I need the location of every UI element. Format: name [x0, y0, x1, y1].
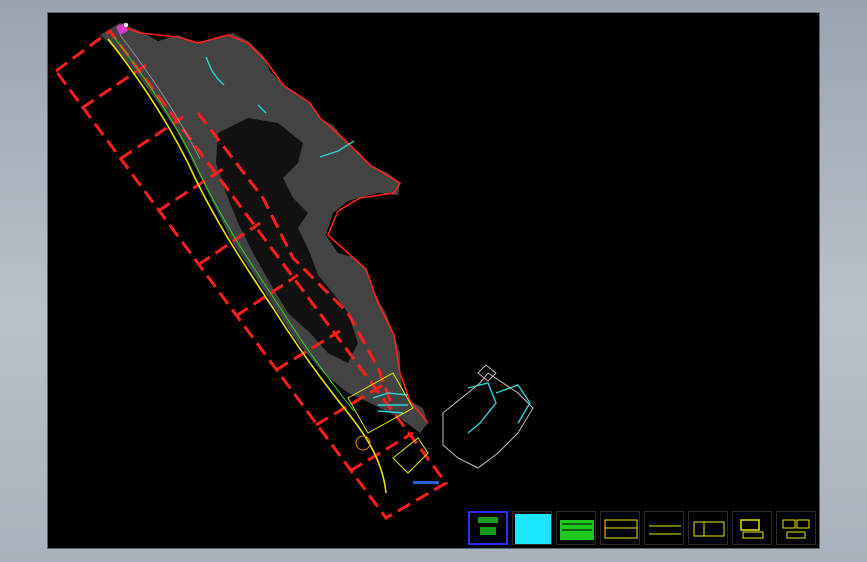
thumb-2-preview	[515, 514, 551, 544]
layout-thumb-7[interactable]	[732, 511, 772, 545]
thumb-8-preview	[782, 519, 810, 539]
layout-thumbnail-strip	[468, 511, 816, 545]
thumb-5-preview	[649, 525, 681, 535]
thumb-6-preview	[693, 521, 725, 537]
layout-thumb-3[interactable]	[556, 511, 596, 545]
layout-thumb-4[interactable]	[600, 511, 640, 545]
layout-thumb-2[interactable]	[512, 511, 552, 545]
thumb-7-preview	[740, 519, 764, 539]
site-plan-drawing	[53, 23, 534, 520]
layout-thumb-8[interactable]	[776, 511, 816, 545]
layout-thumb-6[interactable]	[688, 511, 728, 545]
layout-thumb-1[interactable]	[468, 511, 508, 545]
layout-thumb-5[interactable]	[644, 511, 684, 545]
coordinate-tag	[413, 481, 439, 484]
thumb-3-preview	[560, 520, 594, 540]
thumb-4-preview	[604, 519, 638, 539]
cad-model-space[interactable]	[48, 13, 819, 548]
thumb-1-preview	[478, 517, 498, 535]
